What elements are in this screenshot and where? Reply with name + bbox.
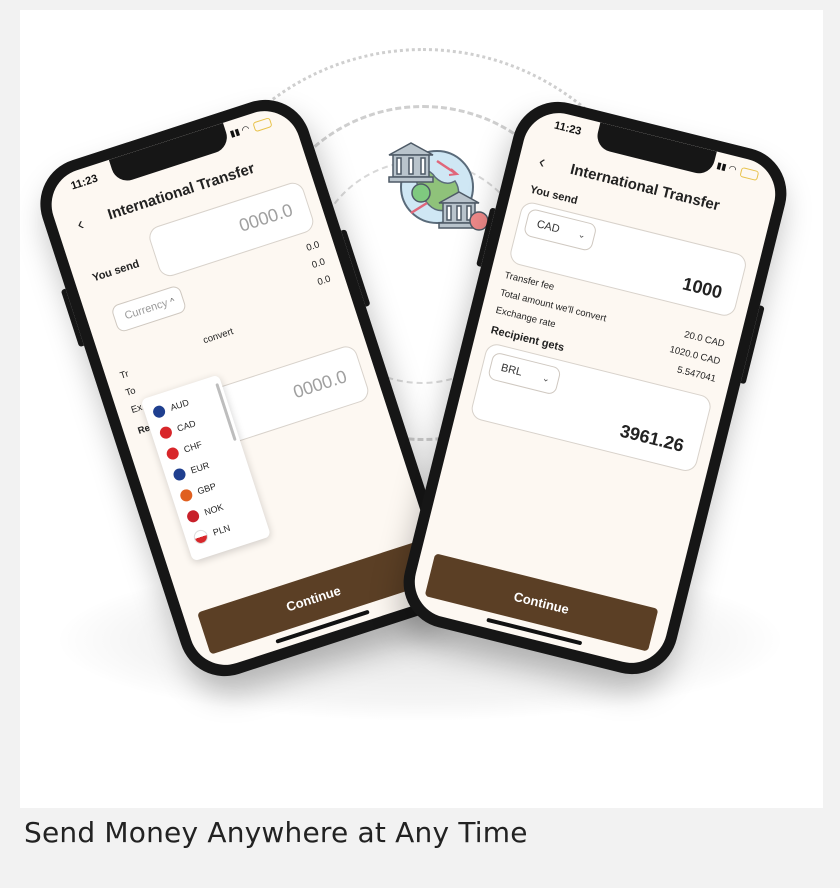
total-label-partial: To — [124, 385, 138, 399]
app-feature-card: 11:23 ▮▮ ◠ ‹ International Transfer You … — [0, 0, 840, 888]
chevron-down-icon: ⌄ — [541, 372, 551, 385]
battery-icon — [739, 166, 760, 181]
switzerland-flag-icon — [165, 445, 181, 462]
recipient-currency-value: BRL — [499, 361, 524, 379]
eu-flag-icon — [171, 466, 188, 483]
recipient-amount-placeholder: 0000.0 — [290, 366, 350, 403]
battery-icon — [252, 116, 273, 132]
caption-title: Send Money Anywhere at Any Time — [24, 816, 528, 849]
transfer-fee-value: 20.0 CAD — [683, 329, 726, 350]
transfer-label-partial: Tr — [118, 368, 131, 382]
canada-flag-icon — [158, 425, 174, 441]
send-currency-value: CAD — [535, 218, 561, 236]
currency-placeholder: Currency — [123, 297, 170, 323]
feature-image: 11:23 ▮▮ ◠ ‹ International Transfer You … — [20, 10, 823, 808]
you-send-label: You send — [90, 257, 141, 285]
chevron-down-icon: ⌄ — [577, 229, 587, 241]
status-icons: ▮▮ ◠ — [715, 160, 760, 181]
status-time: 11:23 — [69, 172, 100, 193]
status-time: 11:23 — [552, 119, 583, 138]
send-amount-placeholder: 0000.0 — [236, 199, 296, 236]
fee-value: 0.0 — [305, 239, 321, 254]
australia-flag-icon — [151, 404, 167, 420]
currency-select[interactable]: Currency ^ — [110, 284, 188, 334]
send-amount-value: 1000 — [680, 273, 725, 303]
bank-transfer-illustration — [388, 142, 489, 231]
convert-label-partial: convert — [201, 326, 235, 347]
exchange-rate-value: 5.547041 — [675, 364, 717, 385]
chevron-up-icon: ^ — [168, 295, 177, 307]
rate-value: 0.0 — [316, 273, 333, 289]
recipient-amount-value: 3961.26 — [617, 420, 686, 456]
norway-flag-icon — [185, 508, 201, 524]
poland-flag-icon — [192, 528, 210, 546]
convert-value: 0.0 — [310, 256, 327, 271]
uk-flag-icon — [178, 487, 194, 503]
phone-notch — [594, 122, 717, 177]
status-icons: ▮▮ ◠ — [229, 116, 273, 140]
